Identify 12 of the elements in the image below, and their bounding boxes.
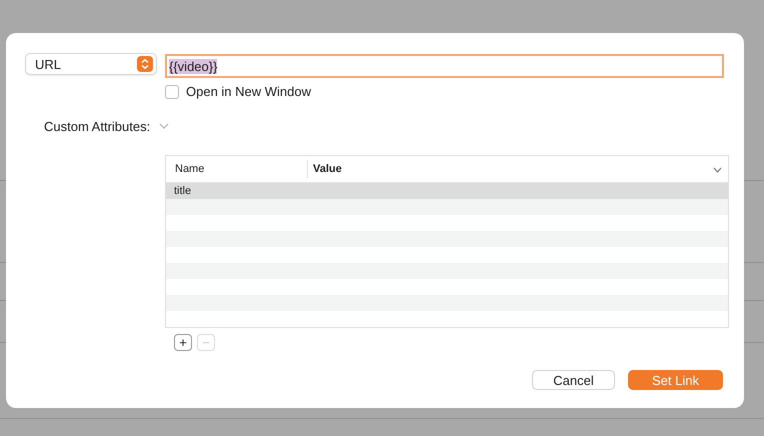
link-type-dropdown[interactable]: URL — [25, 53, 157, 75]
stepper-icon — [137, 56, 153, 72]
cancel-button[interactable]: Cancel — [532, 370, 615, 390]
custom-attributes-label: Custom Attributes: — [44, 118, 150, 134]
column-header[interactable]: Value — [308, 160, 342, 178]
sort-chevron-icon — [713, 166, 722, 172]
column-header[interactable]: Name — [166, 160, 308, 178]
add-button[interactable]: + — [174, 334, 192, 350]
table-row[interactable]: title — [166, 182, 728, 198]
open-in-new-window-checkbox[interactable]: Open in New Window — [165, 84, 311, 99]
disclosure-chevron-icon[interactable] — [159, 122, 170, 130]
url-field[interactable]: {{video}} — [165, 54, 724, 78]
